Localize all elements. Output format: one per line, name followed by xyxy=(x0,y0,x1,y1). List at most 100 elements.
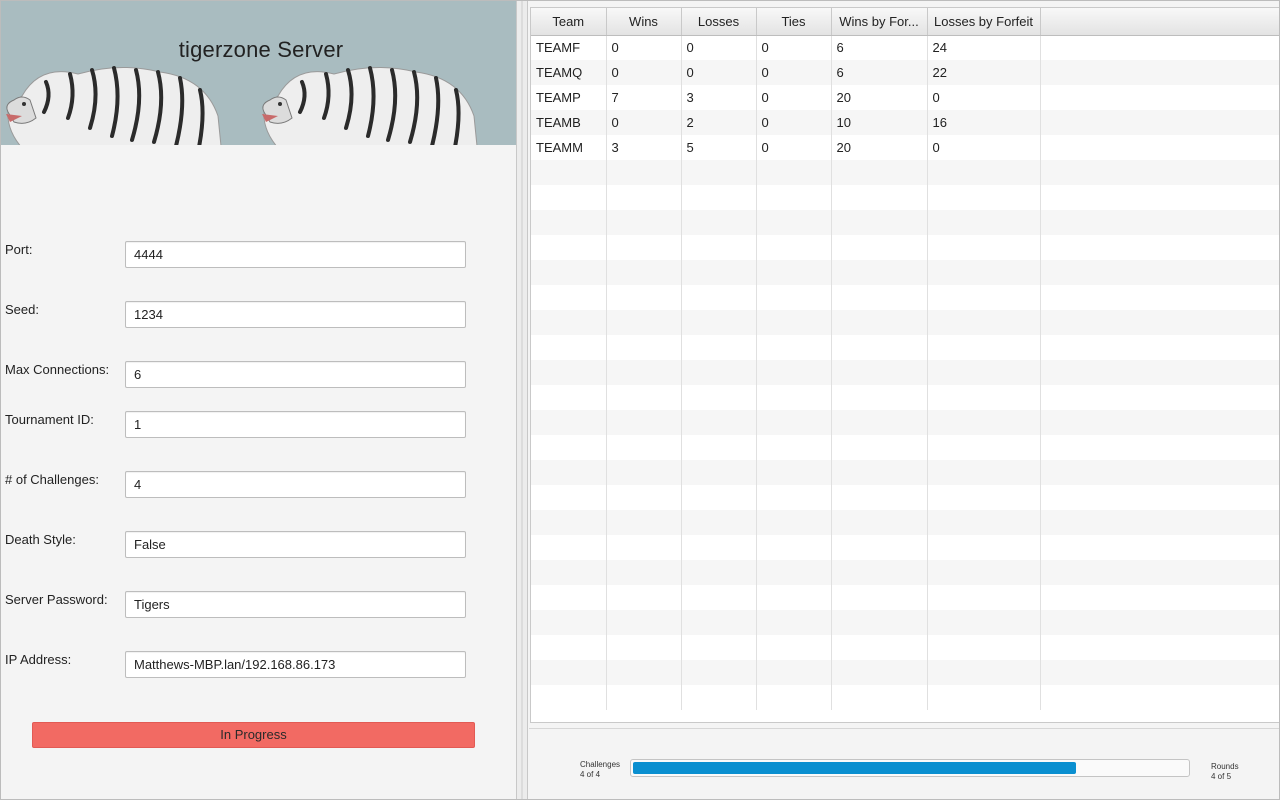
empty-table-row[interactable] xyxy=(531,235,1279,260)
column-header-team[interactable]: Team xyxy=(531,8,607,36)
empty-table-row[interactable] xyxy=(531,260,1279,285)
port-field[interactable]: 4444 xyxy=(125,241,466,268)
empty-cell xyxy=(606,435,682,460)
cell-losses-by-forfeit: 16 xyxy=(927,110,1041,135)
empty-table-row[interactable] xyxy=(531,160,1279,185)
server-password-field[interactable]: Tigers xyxy=(125,591,466,618)
empty-cell xyxy=(831,360,928,385)
seed-field[interactable]: 1234 xyxy=(125,301,466,328)
empty-table-row[interactable] xyxy=(531,385,1279,410)
empty-cell xyxy=(1040,485,1279,510)
empty-table-row[interactable] xyxy=(531,685,1279,710)
empty-table-row[interactable] xyxy=(531,310,1279,335)
empty-table-row[interactable] xyxy=(531,335,1279,360)
empty-cell xyxy=(756,560,832,585)
empty-cell xyxy=(756,260,832,285)
empty-cell xyxy=(831,610,928,635)
divider-handle[interactable] xyxy=(521,0,523,800)
empty-table-row[interactable] xyxy=(531,560,1279,585)
empty-cell xyxy=(1040,635,1279,660)
in-progress-button[interactable]: In Progress xyxy=(32,722,475,748)
empty-table-row[interactable] xyxy=(531,285,1279,310)
empty-table-row[interactable] xyxy=(531,660,1279,685)
empty-table-row[interactable] xyxy=(531,435,1279,460)
standings-table: Team Wins Losses Ties Wins by For... Los… xyxy=(530,7,1280,723)
empty-table-row[interactable] xyxy=(531,510,1279,535)
empty-cell xyxy=(606,510,682,535)
column-header-losses[interactable]: Losses xyxy=(681,8,757,36)
empty-cell xyxy=(927,585,1041,610)
table-row[interactable]: TEAMP 7 3 0 20 0 xyxy=(531,85,1279,110)
max-connections-field[interactable]: 6 xyxy=(125,361,466,388)
empty-cell xyxy=(756,435,832,460)
empty-table-row[interactable] xyxy=(531,460,1279,485)
empty-cell xyxy=(681,235,757,260)
empty-cell xyxy=(1040,360,1279,385)
split-pane-divider[interactable] xyxy=(517,0,528,800)
empty-cell xyxy=(756,460,832,485)
empty-cell xyxy=(531,160,607,185)
column-header-ties[interactable]: Ties xyxy=(756,8,832,36)
empty-table-row[interactable] xyxy=(531,360,1279,385)
cell-wins-by-forfeit: 20 xyxy=(831,135,928,160)
table-row[interactable]: TEAMF 0 0 0 6 24 xyxy=(531,35,1279,60)
column-header-filler xyxy=(1040,8,1279,36)
empty-cell xyxy=(531,660,607,685)
empty-cell xyxy=(831,235,928,260)
cell-wins-by-forfeit: 6 xyxy=(831,35,928,60)
cell-wins-by-forfeit: 10 xyxy=(831,110,928,135)
death-style-field[interactable]: False xyxy=(125,531,466,558)
empty-cell xyxy=(531,610,607,635)
empty-table-row[interactable] xyxy=(531,635,1279,660)
empty-table-row[interactable] xyxy=(531,410,1279,435)
column-header-wins[interactable]: Wins xyxy=(606,8,682,36)
empty-cell xyxy=(1040,185,1279,210)
cell-team: TEAMB xyxy=(531,110,607,135)
ip-address-label: IP Address: xyxy=(5,652,72,667)
empty-cell xyxy=(756,185,832,210)
cell-losses: 0 xyxy=(681,60,757,85)
empty-cell xyxy=(606,410,682,435)
empty-cell xyxy=(681,535,757,560)
empty-cell xyxy=(1040,210,1279,235)
cell-ties: 0 xyxy=(756,35,832,60)
empty-cell xyxy=(681,185,757,210)
empty-cell xyxy=(681,410,757,435)
empty-cell xyxy=(927,310,1041,335)
empty-table-row[interactable] xyxy=(531,210,1279,235)
empty-table-row[interactable] xyxy=(531,185,1279,210)
column-header-wins-by-forfeit[interactable]: Wins by For... xyxy=(831,8,928,36)
rounds-progress-value: 4 of 5 xyxy=(1211,772,1232,781)
table-row[interactable]: TEAMM 3 5 0 20 0 xyxy=(531,135,1279,160)
cell-team: TEAMP xyxy=(531,85,607,110)
empty-table-row[interactable] xyxy=(531,535,1279,560)
challenges-field[interactable]: 4 xyxy=(125,471,466,498)
table-header-row: Team Wins Losses Ties Wins by For... Los… xyxy=(531,8,1279,36)
column-header-losses-by-forfeit[interactable]: Losses by Forfeit xyxy=(927,8,1041,36)
banner: tigerzone Server xyxy=(0,0,516,145)
empty-cell xyxy=(1040,285,1279,310)
empty-cell xyxy=(831,460,928,485)
table-row[interactable]: TEAMB 0 2 0 10 16 xyxy=(531,110,1279,135)
empty-table-row[interactable] xyxy=(531,485,1279,510)
cell-ties: 0 xyxy=(756,85,832,110)
empty-cell xyxy=(927,260,1041,285)
challenges-progress-label: Challenges xyxy=(580,760,621,769)
empty-cell xyxy=(1040,310,1279,335)
max-connections-label: Max Connections: xyxy=(5,362,110,377)
table-row[interactable]: TEAMQ 0 0 0 6 22 xyxy=(531,60,1279,85)
empty-table-row[interactable] xyxy=(531,585,1279,610)
empty-table-row[interactable] xyxy=(531,610,1279,635)
empty-cell xyxy=(1040,160,1279,185)
empty-cell xyxy=(531,585,607,610)
empty-cell xyxy=(1040,460,1279,485)
ip-address-field[interactable]: Matthews-MBP.lan/192.168.86.173 xyxy=(125,651,466,678)
empty-cell xyxy=(756,535,832,560)
tournament-id-field[interactable]: 1 xyxy=(125,411,466,438)
cell-wins-by-forfeit: 6 xyxy=(831,60,928,85)
empty-cell xyxy=(531,635,607,660)
cell-losses-by-forfeit: 24 xyxy=(927,35,1041,60)
cell-losses-by-forfeit: 0 xyxy=(927,85,1041,110)
empty-cell xyxy=(927,385,1041,410)
empty-cell xyxy=(831,635,928,660)
